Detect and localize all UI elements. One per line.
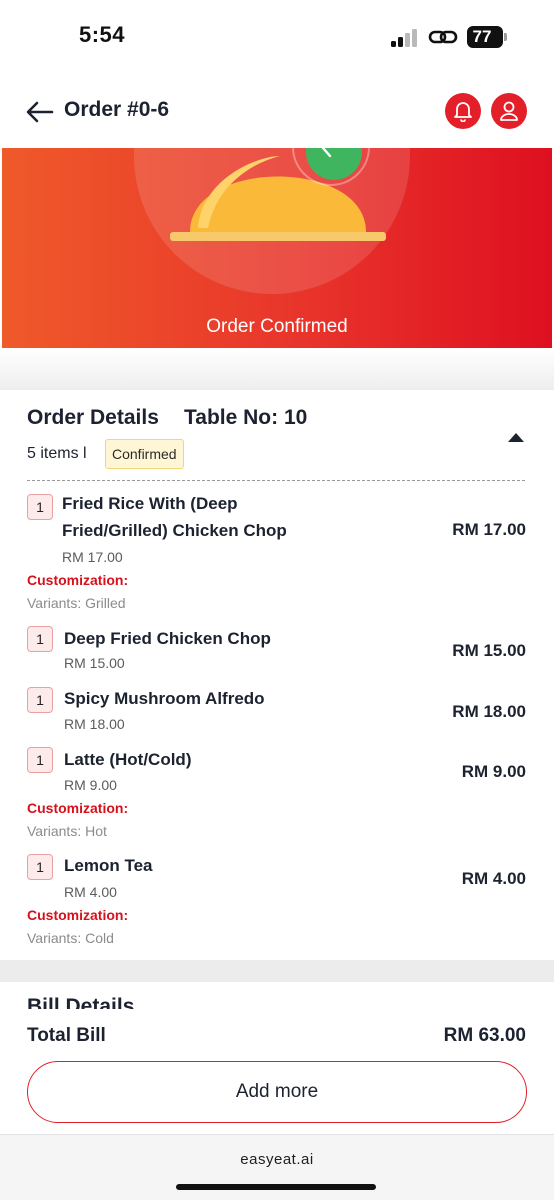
customization-value: Variants: Hot	[27, 823, 107, 839]
checkout-footer: Total Bill RM 63.00 Add more	[0, 1010, 554, 1134]
customization-value: Variants: Cold	[27, 930, 114, 946]
total-bill-value: RM 63.00	[443, 1025, 526, 1046]
battery-icon: 77	[467, 26, 503, 48]
cellular-signal-icon	[391, 29, 419, 47]
item-total-price: RM 15.00	[452, 641, 526, 660]
order-status-text: Order Confirmed	[206, 316, 348, 337]
bell-icon	[454, 102, 472, 122]
item-name: Lemon Tea	[64, 856, 153, 875]
item-name: Spicy Mushroom Alfredo	[64, 689, 265, 708]
item-unit-price: RM 9.00	[64, 777, 117, 793]
customization-label: Customization:	[27, 572, 129, 588]
item-total-price: RM 4.00	[461, 869, 526, 888]
collapse-caret-icon[interactable]	[506, 431, 526, 443]
dashed-divider	[27, 480, 525, 481]
item-total-price: RM 17.00	[452, 520, 526, 539]
link-icon	[428, 30, 458, 44]
battery-level: 77	[472, 27, 492, 46]
item-total-price: RM 18.00	[452, 702, 526, 721]
profile-button[interactable]	[491, 93, 527, 129]
status-time: 5:54	[79, 22, 126, 47]
order-details-card: Order Details Table No: 10 5 items l Con…	[0, 390, 554, 960]
item-quantity: 1	[27, 626, 53, 652]
item-unit-price: RM 15.00	[64, 655, 125, 671]
order-details-title: Order Details	[27, 406, 159, 429]
status-bar: 5:54 77	[0, 0, 554, 76]
back-arrow-icon[interactable]	[26, 101, 54, 123]
battery-cap	[504, 33, 507, 41]
browser-domain[interactable]: easyeat.ai	[0, 1151, 554, 1168]
bill-details-title: Bill Details	[27, 995, 135, 1009]
add-more-button[interactable]: Add more	[27, 1061, 527, 1123]
browser-address-bar: easyeat.ai	[0, 1134, 554, 1200]
customization-label: Customization:	[27, 907, 129, 923]
item-name: Latte (Hot/Cold)	[64, 750, 192, 769]
customization-label: Customization:	[27, 800, 129, 816]
section-separator	[0, 348, 554, 390]
item-name: Fried Rice With (Deep Fried/Grilled) Chi…	[62, 490, 287, 544]
item-quantity: 1	[27, 747, 53, 773]
table-number: Table No: 10	[184, 406, 308, 429]
item-quantity: 1	[27, 687, 53, 713]
item-quantity: 1	[27, 494, 53, 520]
total-bill-label: Total Bill	[27, 1025, 106, 1046]
item-total-price: RM 9.00	[461, 762, 526, 781]
item-name: Deep Fried Chicken Chop	[64, 629, 271, 648]
item-unit-price: RM 17.00	[62, 549, 123, 565]
item-quantity: 1	[27, 854, 53, 880]
order-status-banner: Order Confirmed	[2, 148, 552, 348]
app-header: Order #0-6	[0, 76, 554, 148]
item-name-line: Fried Rice With (Deep	[62, 494, 238, 513]
page-title: Order #0-6	[64, 98, 170, 121]
user-icon	[500, 101, 518, 121]
notifications-button[interactable]	[445, 93, 481, 129]
home-indicator	[176, 1184, 376, 1190]
status-badge: Confirmed	[105, 439, 184, 469]
section-separator	[0, 960, 554, 982]
item-unit-price: RM 18.00	[64, 716, 125, 732]
customization-value: Variants: Grilled	[27, 595, 126, 611]
item-count: 5 items l	[27, 445, 87, 462]
item-name-line: Fried/Grilled) Chicken Chop	[62, 521, 287, 540]
item-unit-price: RM 4.00	[64, 884, 117, 900]
